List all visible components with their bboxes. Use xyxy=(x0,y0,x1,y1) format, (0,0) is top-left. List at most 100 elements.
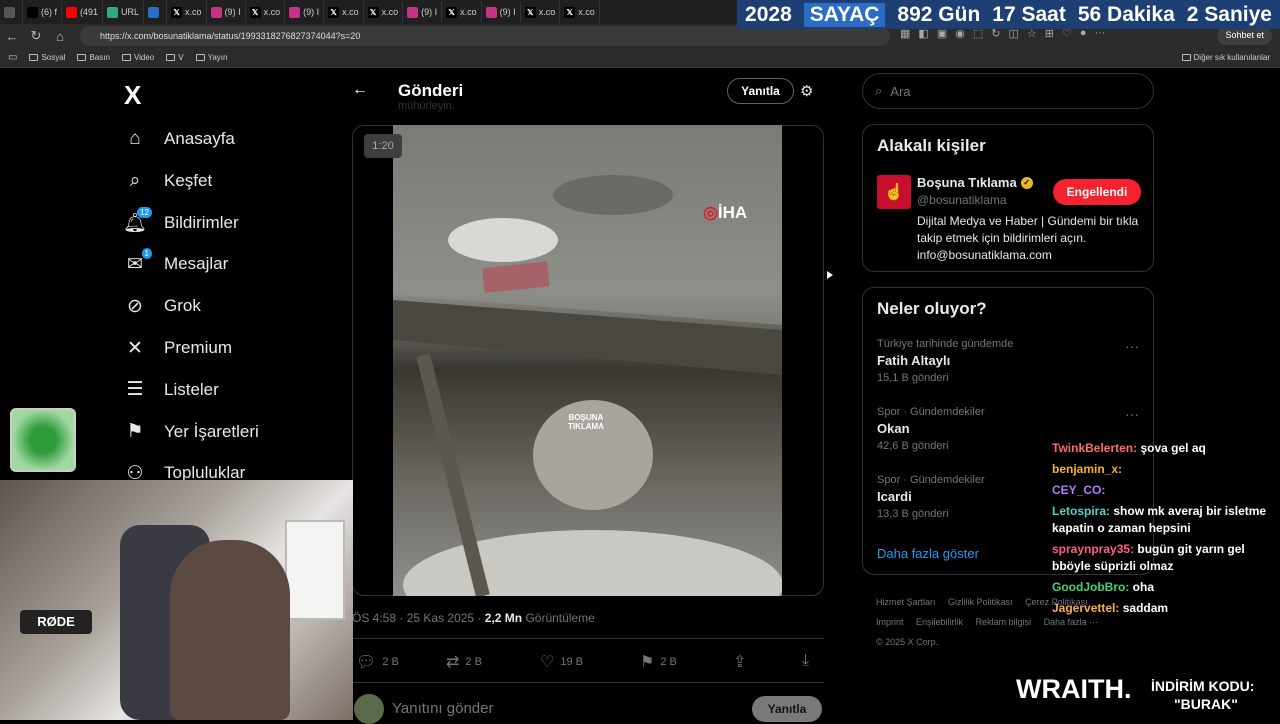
tab-label: (491 xyxy=(80,7,99,17)
trend-item[interactable]: Türkiye tarihinde gündemde Fatih Altaylı… xyxy=(877,338,1013,384)
tab-label: x.co xyxy=(538,7,556,17)
browser-tab[interactable]: 𝕏x.co xyxy=(521,1,561,23)
tab-favicon-icon: 𝕏 xyxy=(171,6,183,18)
trend-item[interactable]: Spor · Gündemdekiler Okan 42,6 B gönderi xyxy=(877,406,985,452)
webcam-overlay: RØDE xyxy=(0,480,353,720)
footer-link[interactable]: Hizmet Şartları xyxy=(876,597,936,607)
avatar[interactable]: ☝ xyxy=(877,175,911,209)
reply-button[interactable]: Yanıtla xyxy=(727,78,794,104)
browser-tab[interactable] xyxy=(0,1,23,23)
reply-action[interactable]: 💬︎ 2 B xyxy=(356,652,399,672)
sidebar-item-label: Keşfet xyxy=(164,170,213,190)
mouse-cursor xyxy=(827,271,833,279)
browser-tab[interactable] xyxy=(144,1,168,23)
browser-tab[interactable]: (9) I xyxy=(482,1,521,23)
tab-label: x.co xyxy=(460,7,477,17)
tab-favicon-icon xyxy=(148,6,160,18)
like-action[interactable]: ♡ 19 B xyxy=(540,652,583,672)
sidebar-item-grok[interactable]: ⊘ Grok xyxy=(124,291,201,321)
sidebar-item-premium[interactable]: ✕ Premium xyxy=(124,333,232,363)
views-label: Görüntüleme xyxy=(525,611,595,625)
browser-tab[interactable]: 𝕏x.co xyxy=(246,1,286,23)
person-handle[interactable]: @bosunatiklama xyxy=(917,193,1007,207)
filter-icon[interactable]: ⚙ xyxy=(800,82,813,100)
browser-tab[interactable]: (9) I xyxy=(285,1,325,23)
tab-label: URL xyxy=(121,7,140,17)
share-action[interactable]: ⇪ xyxy=(733,652,746,672)
browser-tab[interactable]: 𝕏x.co xyxy=(442,1,482,23)
browser-tab[interactable]: 𝕏x.co xyxy=(364,1,404,23)
sponsor-logo: WRAITH. xyxy=(1016,674,1132,704)
footer-link[interactable]: Erişilebilirlik xyxy=(916,617,963,627)
chat-message: CEY_CO: xyxy=(1052,482,1280,499)
bookmark-folder[interactable]: Video xyxy=(121,53,154,62)
browser-tab[interactable]: 𝕏x.co xyxy=(560,1,600,23)
sidebar-item-yer-i-aretleri[interactable]: ⚑ Yer İşaretleri xyxy=(124,417,258,447)
download-icon: ⤓ xyxy=(802,652,810,669)
home-icon[interactable]: ⌂ xyxy=(48,29,72,44)
tab-label: x.co xyxy=(578,7,595,17)
browser-tab[interactable]: (491 xyxy=(62,1,104,23)
tab-label: (6) f xyxy=(41,7,58,17)
footer-link[interactable]: Reklam bilgisi xyxy=(976,617,1032,627)
tab-favicon-icon: 𝕏 xyxy=(249,6,261,18)
reply-submit-button[interactable]: Yanıtla xyxy=(752,696,822,722)
tweet-date[interactable]: 25 Kas 2025 xyxy=(407,611,474,625)
counter-year: 2028 xyxy=(745,2,792,26)
browser-tab[interactable]: (6) f xyxy=(23,1,63,23)
sidebar-item-label: Grok xyxy=(164,296,201,316)
reload-icon[interactable]: ↻ xyxy=(24,28,48,44)
repost-action[interactable]: ⇄ 2 B xyxy=(446,652,482,672)
tweet-views: 2,2 Mn xyxy=(484,611,523,625)
chat-message: Letospira: show mk averaj bir isletme ka… xyxy=(1052,503,1280,537)
list-icon: ☰ xyxy=(126,379,144,401)
browser-tab[interactable]: (9) I xyxy=(207,1,246,23)
blocked-button[interactable]: Engellendi xyxy=(1053,179,1141,205)
notification-badge: 12 xyxy=(137,206,152,218)
chat-button[interactable]: Sohbet et xyxy=(1217,27,1272,45)
sidebar-item-bildirimler[interactable]: 🔔︎ 12 Bildirimler xyxy=(123,206,239,238)
chat-username: Jagervettel: xyxy=(1052,601,1120,615)
search-input[interactable]: ⌕ Ara xyxy=(862,73,1154,109)
bookmark-folder[interactable]: Yayın xyxy=(195,53,227,62)
counter-label: SAYAÇ xyxy=(803,2,886,27)
back-icon[interactable]: ← xyxy=(0,29,24,44)
person-bio: Dijital Medya ve Haber | Gündemi bir tık… xyxy=(917,214,1139,262)
more-icon[interactable]: ··· xyxy=(1125,406,1139,422)
bookmark-action[interactable]: ⚑ 2 B xyxy=(640,652,677,672)
browser-tab[interactable]: 𝕏x.co xyxy=(167,1,207,23)
bookmark-reading-icon[interactable]: ▭ xyxy=(8,52,17,63)
back-arrow-icon[interactable]: ← xyxy=(352,81,368,99)
bookmark-folder[interactable]: V xyxy=(166,53,184,62)
more-icon[interactable]: ··· xyxy=(1125,338,1139,354)
bookmark-folder[interactable]: Basın xyxy=(77,53,110,62)
tab-favicon-icon: 𝕏 xyxy=(446,6,458,18)
url-field[interactable]: https://x.com/bosunatiklama/status/19933… xyxy=(80,26,890,46)
divider xyxy=(352,638,824,639)
sidebar-item-mesajlar[interactable]: ✉ 1 Mesajlar xyxy=(124,248,228,279)
promo-line: İNDİRİM KODU: xyxy=(1151,678,1255,694)
bookmark-icon: ⚑ xyxy=(126,421,144,443)
browser-tab[interactable]: URL xyxy=(103,1,145,23)
tweet-time[interactable]: ÖS 4:58 xyxy=(352,611,396,625)
folder-icon xyxy=(195,54,205,61)
bookmark-folder[interactable]: Sosyal xyxy=(29,53,65,62)
x-logo[interactable]: X xyxy=(124,80,141,111)
other-bookmarks[interactable]: Diğer sık kullanılanlar xyxy=(1181,53,1270,62)
trend-item[interactable]: Spor · Gündemdekiler Icardi 13,3 B gönde… xyxy=(877,474,985,520)
sidebar-item-listeler[interactable]: ☰ Listeler xyxy=(124,375,218,405)
browser-tab[interactable]: (9) I xyxy=(403,1,443,23)
tab-label: (9) I xyxy=(303,7,320,17)
sidebar-item-ke-fet[interactable]: ⌕ Keşfet xyxy=(124,166,213,196)
video-player[interactable] xyxy=(393,125,782,596)
footer-link[interactable]: Gizlilik Politikası xyxy=(948,597,1013,607)
tab-label: (9) I xyxy=(421,7,438,17)
person-name[interactable]: Boşuna Tıklama ✓ xyxy=(917,175,1033,190)
show-more-link[interactable]: Daha fazla göster xyxy=(877,546,979,561)
sidebar-item-anasayfa[interactable]: ⌂ Anasayfa xyxy=(124,124,235,154)
footer-link[interactable]: Imprint xyxy=(876,617,904,627)
reply-input[interactable]: Yanıtını gönder xyxy=(392,700,493,717)
browser-tab[interactable]: 𝕏x.co xyxy=(324,1,364,23)
tab-label: x.co xyxy=(185,7,202,17)
download-action[interactable]: ⤓ xyxy=(802,652,809,670)
